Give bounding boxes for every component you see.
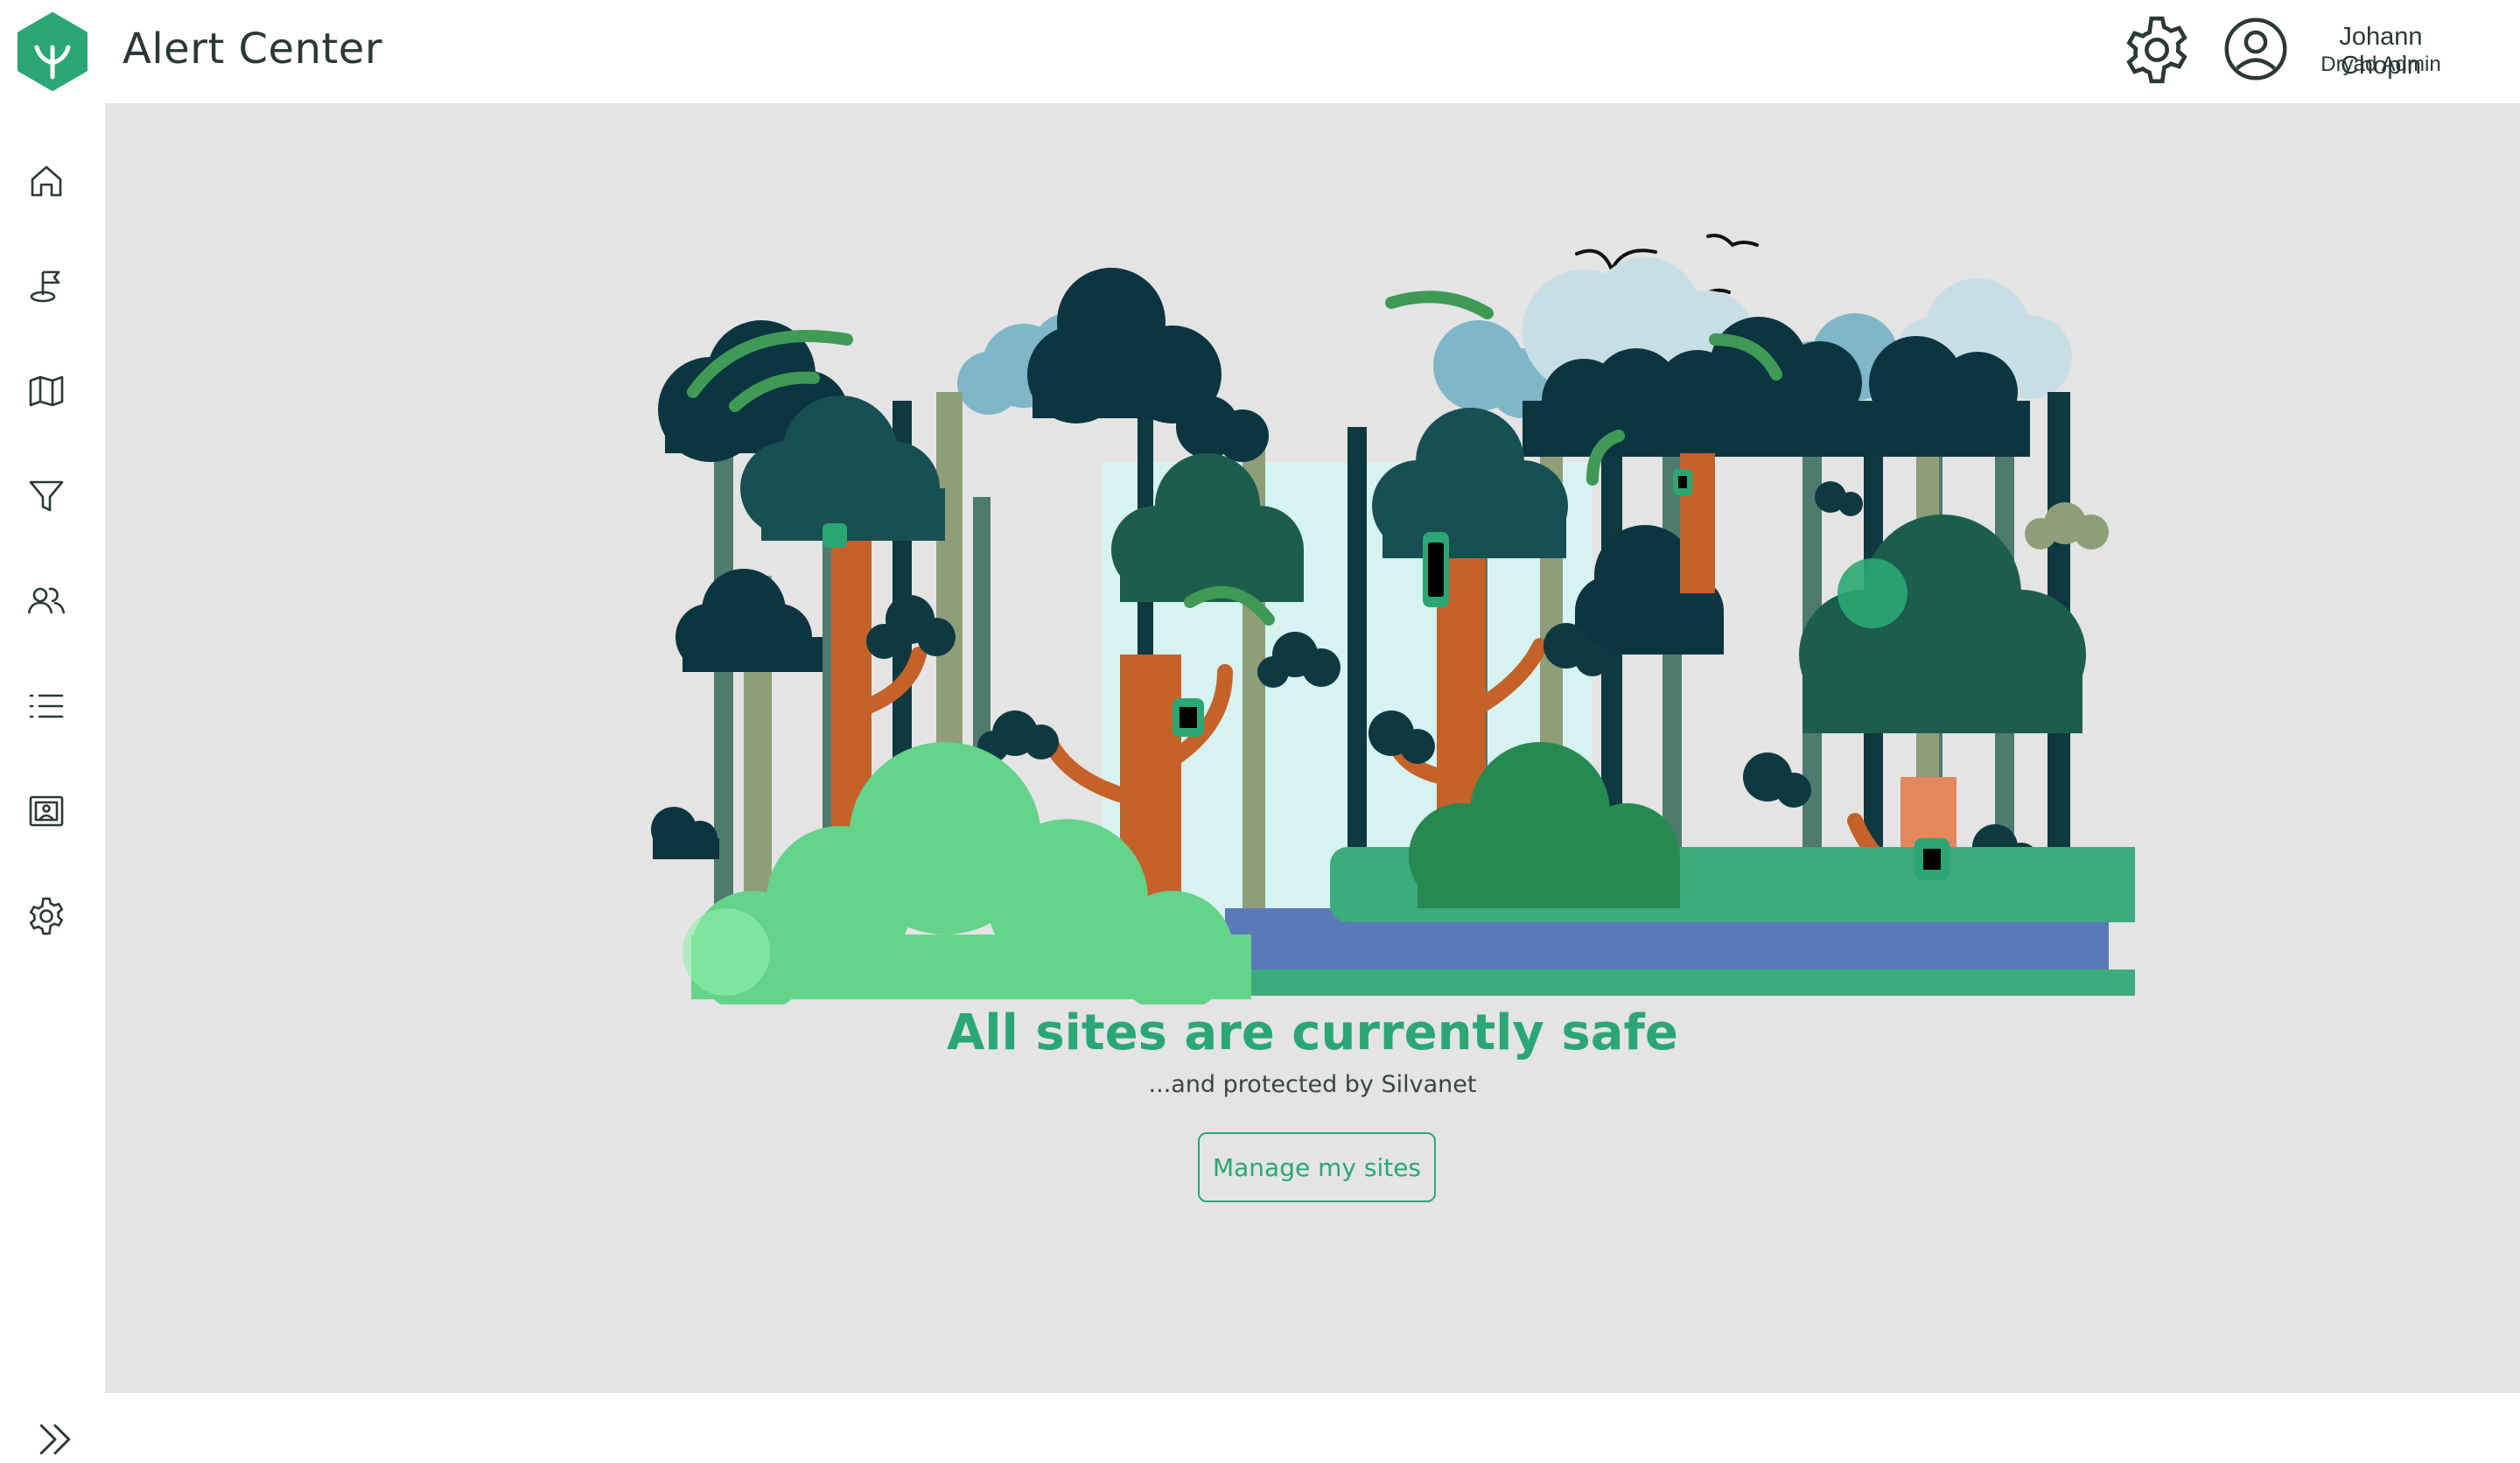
user-role: Dryad Admin [2320, 52, 2441, 76]
sidebar-item-filter[interactable] [19, 469, 74, 523]
sidebar-item-settings[interactable] [19, 889, 74, 943]
sidebar-item-sites[interactable] [19, 259, 74, 313]
manage-sites-button[interactable]: Manage my sites [1198, 1132, 1436, 1202]
user-circle-icon[interactable] [2222, 16, 2289, 82]
app-title: Alert Center [122, 24, 383, 74]
list-icon [29, 694, 64, 718]
sidebar-item-home[interactable] [19, 154, 74, 208]
status-headline: All sites are currently safe [947, 1004, 1678, 1061]
flag-icon [30, 270, 60, 303]
home-icon [31, 165, 62, 197]
filter-icon [29, 480, 64, 512]
top-header: Alert Center Johann Chopin Dryad Admin [0, 0, 2520, 103]
gear-icon [29, 897, 64, 935]
users-icon [27, 587, 66, 614]
sidebar-item-map[interactable] [19, 364, 74, 418]
chevrons-right-icon[interactable] [32, 1416, 79, 1463]
gallery-icon [29, 795, 64, 827]
status-subline: ...and protected by Silvanet [1148, 1071, 1477, 1098]
main-content: All sites are currently safe ...and prot… [105, 103, 2520, 1393]
sidebar-item-users[interactable] [19, 574, 74, 628]
sidebar [0, 103, 105, 1455]
logo-icon[interactable] [16, 12, 89, 91]
gear-icon[interactable] [2119, 12, 2194, 88]
forest-sensors-illustration [651, 234, 2135, 1004]
sidebar-item-list[interactable] [19, 679, 74, 733]
sidebar-item-gallery[interactable] [19, 784, 74, 838]
map-icon [29, 375, 64, 407]
